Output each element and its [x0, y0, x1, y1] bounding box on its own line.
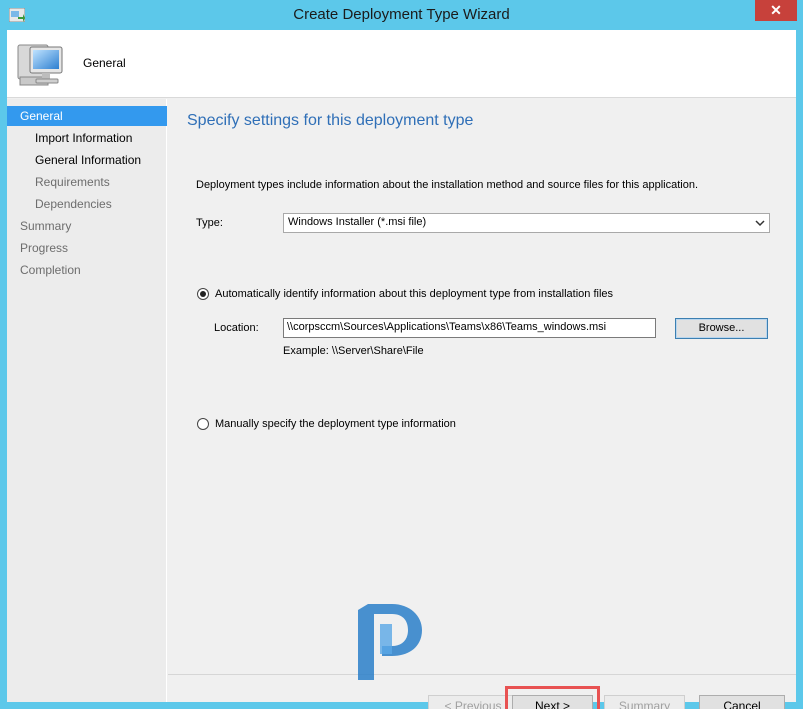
footer-divider — [168, 674, 796, 675]
wizard-nav: General Import Information General Infor… — [7, 99, 167, 702]
auto-identify-label[interactable]: Automatically identify information about… — [215, 288, 613, 300]
location-input[interactable]: \\corpsccm\Sources\Applications\Teams\x8… — [283, 318, 656, 338]
nav-item-general-information[interactable]: General Information — [7, 150, 167, 170]
manual-specify-label[interactable]: Manually specify the deployment type inf… — [215, 418, 456, 430]
nav-item-general[interactable]: General — [7, 106, 167, 126]
nav-item-dependencies[interactable]: Dependencies — [7, 194, 167, 214]
summary-button[interactable]: Summary — [604, 695, 685, 709]
page-title: Specify settings for this deployment typ… — [187, 112, 474, 129]
nav-item-completion[interactable]: Completion — [7, 260, 167, 280]
cancel-button[interactable]: Cancel — [699, 695, 785, 709]
browse-button[interactable]: Browse... — [675, 318, 768, 339]
nav-item-requirements[interactable]: Requirements — [7, 172, 167, 192]
close-icon: ✕ — [770, 2, 782, 18]
type-dropdown-value: Windows Installer (*.msi file) — [288, 216, 427, 228]
page-description: Deployment types include information abo… — [196, 179, 699, 191]
wizard-window: Create Deployment Type Wizard ✕ General … — [0, 0, 803, 709]
wizard-header: General — [7, 30, 796, 98]
location-example: Example: \\Server\Share\File — [283, 345, 424, 357]
type-label: Type: — [196, 217, 223, 229]
close-button[interactable]: ✕ — [755, 0, 797, 21]
auto-identify-radio[interactable] — [197, 288, 209, 300]
wizard-page: Specify settings for this deployment typ… — [168, 99, 796, 709]
type-dropdown[interactable]: Windows Installer (*.msi file) — [283, 213, 770, 233]
logo-watermark — [358, 604, 422, 680]
computer-icon — [17, 44, 63, 86]
nav-item-progress[interactable]: Progress — [7, 238, 167, 258]
manual-specify-radio[interactable] — [197, 418, 209, 430]
nav-item-import-information[interactable]: Import Information — [7, 128, 167, 148]
next-button[interactable]: Next > — [512, 695, 593, 709]
nav-item-summary[interactable]: Summary — [7, 216, 167, 236]
chevron-down-icon — [755, 220, 765, 227]
title-bar[interactable]: Create Deployment Type Wizard ✕ — [0, 0, 803, 30]
window-title: Create Deployment Type Wizard — [293, 6, 510, 23]
location-label: Location: — [214, 322, 259, 334]
header-title: General — [83, 56, 126, 70]
